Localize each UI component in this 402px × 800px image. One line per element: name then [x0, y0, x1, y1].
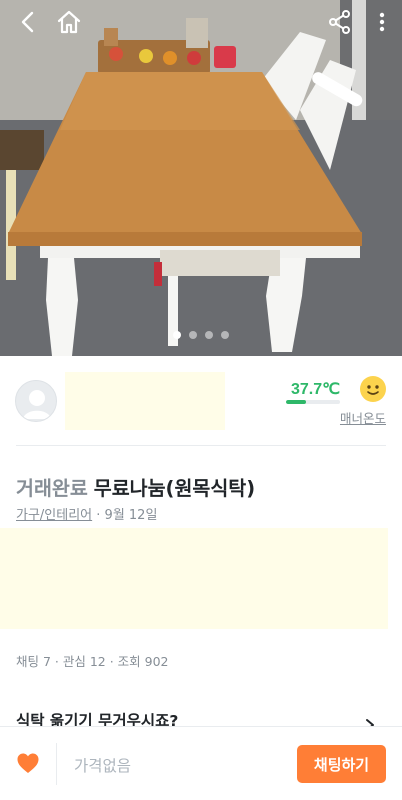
- heart-icon: [17, 753, 39, 773]
- chat-button[interactable]: 채팅하기: [297, 745, 386, 783]
- article-title-text: 무료나눔(원목식탁): [93, 477, 256, 500]
- back-button[interactable]: [12, 6, 44, 38]
- bottom-action-bar: 가격없음 채팅하기: [0, 726, 402, 800]
- seller-nickname: [65, 372, 225, 388]
- smile-face-icon: [360, 376, 386, 402]
- article-title: 거래완료 무료나눔(원목식탁): [16, 472, 255, 501]
- divider: [56, 743, 57, 785]
- product-photo[interactable]: [0, 0, 402, 356]
- article-stats: 채팅 7 · 관심 12 · 조회 902: [16, 654, 169, 669]
- page-dot[interactable]: [221, 331, 229, 339]
- product-image: [0, 0, 402, 356]
- avatar[interactable]: [15, 380, 57, 422]
- photo-page-indicator: [0, 331, 402, 339]
- chevron-left-icon: [21, 11, 34, 33]
- page-dot[interactable]: [205, 331, 213, 339]
- category-link[interactable]: 가구/인테리어: [16, 508, 92, 523]
- default-avatar-icon: [23, 390, 51, 419]
- divider: [16, 445, 386, 446]
- share-button[interactable]: [324, 6, 356, 38]
- article-description-redacted: [0, 528, 388, 629]
- price: 가격없음: [74, 757, 132, 775]
- manner-temperature-bar: [286, 400, 340, 404]
- manner-temperature[interactable]: 37.7℃ 매너온도: [286, 376, 386, 434]
- posted-date: 9월 12일: [104, 508, 158, 523]
- trade-status: 거래완료: [16, 477, 88, 500]
- page-dot[interactable]: [173, 331, 181, 339]
- home-button[interactable]: [53, 6, 85, 38]
- manner-temperature-label[interactable]: 매너온도: [340, 408, 386, 427]
- home-icon: [57, 10, 81, 34]
- seller-profile[interactable]: 37.7℃ 매너온도: [0, 356, 402, 446]
- more-options-button[interactable]: [366, 6, 398, 38]
- top-navigation-bar: [0, 0, 402, 44]
- meta-separator: ·: [96, 508, 105, 523]
- seller-nickname-redacted[interactable]: [65, 372, 225, 430]
- like-button[interactable]: [14, 749, 42, 777]
- article-meta: 가구/인테리어 · 9월 12일: [16, 504, 157, 523]
- more-vertical-icon: [379, 12, 385, 32]
- page-dot[interactable]: [189, 331, 197, 339]
- share-icon: [329, 10, 350, 34]
- manner-temperature-value: 37.7℃: [291, 381, 341, 398]
- manner-temperature-fill: [286, 400, 307, 404]
